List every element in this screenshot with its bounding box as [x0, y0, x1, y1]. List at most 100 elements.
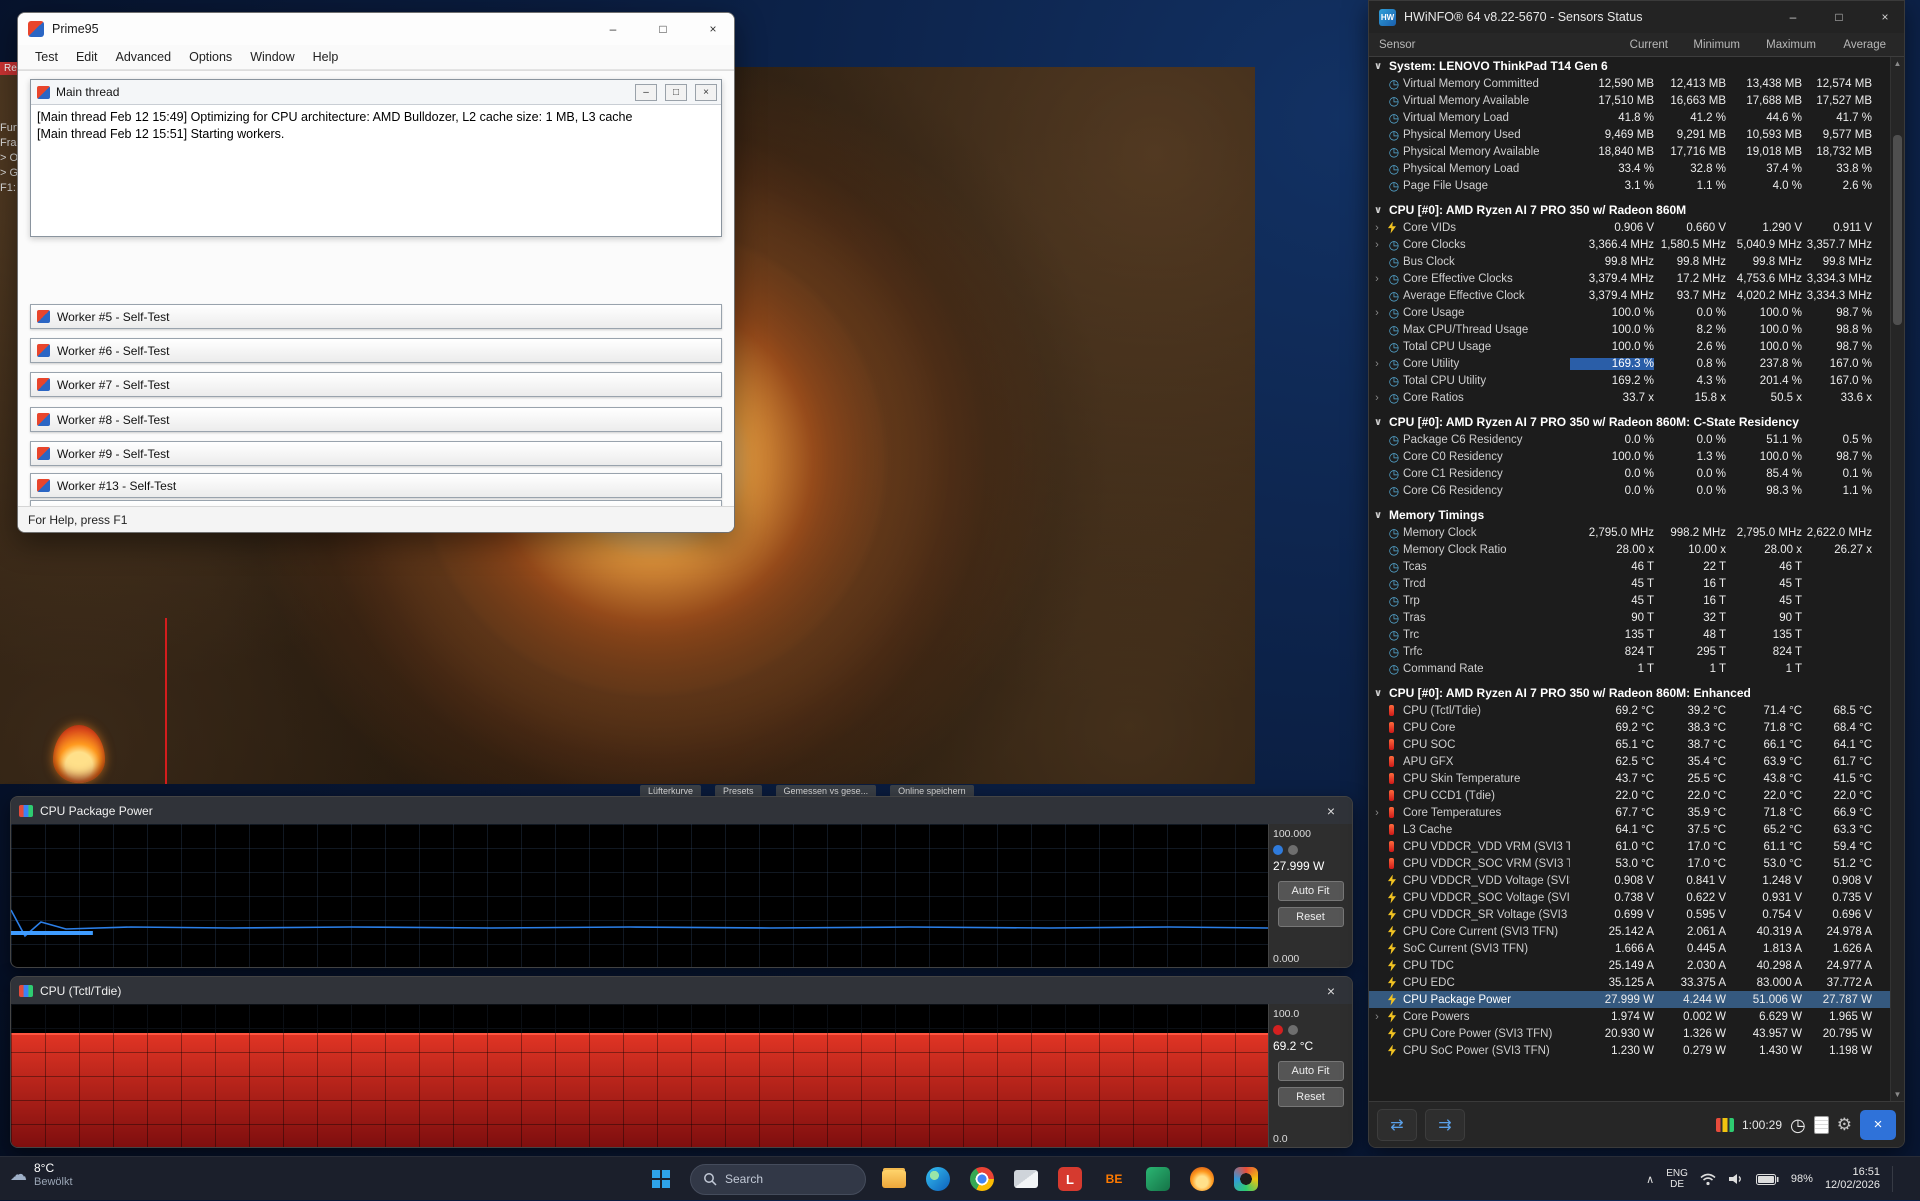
worker-window[interactable]: Worker #5 - Self-Test [30, 304, 722, 329]
prime95-titlebar[interactable]: Prime95 – □ × [18, 13, 734, 45]
sensor-row[interactable]: ›◷Core Ratios33.7 x15.8 x50.5 x33.6 x [1369, 389, 1890, 406]
start-button[interactable] [644, 1162, 678, 1196]
menu-test[interactable]: Test [26, 47, 67, 67]
taskbar-app-hwinfo[interactable] [1230, 1163, 1262, 1195]
main-thread-window[interactable]: Main thread – □ × [Main thread Feb 12 15… [30, 79, 722, 237]
taskbar-app-furmark[interactable] [1186, 1163, 1218, 1195]
close-icon[interactable]: × [695, 84, 717, 101]
sensor-row[interactable]: CPU EDC35.125 A33.375 A83.000 A37.772 A [1369, 974, 1890, 991]
sensor-row[interactable]: CPU Core Current (SVI3 TFN)25.142 A2.061… [1369, 923, 1890, 940]
sensor-row[interactable]: CPU VDDCR_VDD Voltage (SVI3 ...0.908 V0.… [1369, 872, 1890, 889]
taskbar-app-libreoffice[interactable]: L [1054, 1163, 1086, 1195]
close-icon[interactable]: × [692, 13, 734, 45]
sensor-section-header[interactable]: ∨CPU [#0]: AMD Ryzen AI 7 PRO 350 w/ Rad… [1369, 201, 1890, 219]
sensor-row[interactable]: ◷Trcd45 T16 T45 T [1369, 575, 1890, 592]
sensor-row[interactable]: ◷Package C6 Residency0.0 %0.0 %51.1 %0.5… [1369, 431, 1890, 448]
worker-window[interactable]: Worker #7 - Self-Test [30, 372, 722, 397]
series-color-gray[interactable] [1288, 845, 1298, 855]
sensor-row[interactable]: CPU VDDCR_SOC VRM (SVI3 TFN)53.0 °C17.0 … [1369, 855, 1890, 872]
sensor-row[interactable]: ◷Physical Memory Load33.4 %32.8 %37.4 %3… [1369, 160, 1890, 177]
sensor-section-header[interactable]: ∨CPU [#0]: AMD Ryzen AI 7 PRO 350 w/ Rad… [1369, 684, 1890, 702]
sensor-row[interactable]: ◷Trc135 T48 T135 T [1369, 626, 1890, 643]
menu-edit[interactable]: Edit [67, 47, 107, 67]
sensor-row[interactable]: ◷Memory Clock2,795.0 MHz998.2 MHz2,795.0… [1369, 524, 1890, 541]
taskbar-clock[interactable]: 16:51 12/02/2026 [1825, 1166, 1880, 1192]
worker-window[interactable]: Worker #13 - Self-Test [30, 473, 722, 498]
sensor-row[interactable]: CPU SoC Power (SVI3 TFN)1.230 W0.279 W1.… [1369, 1042, 1890, 1059]
sensor-row[interactable]: CPU VDDCR_VDD VRM (SVI3 TFN)61.0 °C17.0 … [1369, 838, 1890, 855]
sensor-row[interactable]: ◷Trp45 T16 T45 T [1369, 592, 1890, 609]
close-icon[interactable]: × [1866, 1, 1904, 33]
worker-window[interactable]: Worker #9 - Self-Test [30, 441, 722, 466]
search-input[interactable]: Search [690, 1164, 866, 1195]
menu-help[interactable]: Help [304, 47, 348, 67]
sensor-row[interactable]: ◷Physical Memory Used9,469 MB9,291 MB10,… [1369, 126, 1890, 143]
graph-titlebar[interactable]: CPU (Tctl/Tdie) × [11, 977, 1352, 1004]
taskbar-app-mail[interactable] [1010, 1163, 1042, 1195]
sensor-row[interactable]: ◷Average Effective Clock3,379.4 MHz93.7 … [1369, 287, 1890, 304]
column-average[interactable]: Average [1816, 39, 1886, 51]
sensor-row[interactable]: CPU Package Power27.999 W4.244 W51.006 W… [1369, 991, 1890, 1008]
hwinfo-titlebar[interactable]: HW HWiNFO® 64 v8.22-5670 - Sensors Statu… [1369, 1, 1904, 33]
maximize-icon[interactable]: □ [1820, 1, 1858, 33]
navigate-back-forward-icon[interactable]: ⇄ [1377, 1109, 1417, 1141]
sensor-row[interactable]: ◷Physical Memory Available18,840 MB17,71… [1369, 143, 1890, 160]
gear-icon[interactable]: ⚙ [1837, 1115, 1852, 1135]
sensor-row[interactable]: CPU Core69.2 °C38.3 °C71.8 °C68.4 °C [1369, 719, 1890, 736]
minimize-icon[interactable]: – [635, 84, 657, 101]
sensor-row[interactable]: CPU Skin Temperature43.7 °C25.5 °C43.8 °… [1369, 770, 1890, 787]
sensor-section-header[interactable]: ∨Memory Timings [1369, 506, 1890, 524]
menu-options[interactable]: Options [180, 47, 241, 67]
sensor-row[interactable]: CPU TDC25.149 A2.030 A40.298 A24.977 A [1369, 957, 1890, 974]
close-icon[interactable]: × [1318, 803, 1344, 819]
taskbar-app-green-app[interactable] [1142, 1163, 1174, 1195]
maximize-icon[interactable]: □ [642, 13, 684, 45]
minimize-icon[interactable]: – [1774, 1, 1812, 33]
sensor-row[interactable]: CPU CCD1 (Tdie)22.0 °C22.0 °C22.0 °C22.0… [1369, 787, 1890, 804]
taskbar-app-file-explorer[interactable] [878, 1163, 910, 1195]
sensor-row[interactable]: ◷Virtual Memory Committed12,590 MB12,413… [1369, 75, 1890, 92]
auto-fit-button[interactable]: Auto Fit [1278, 1061, 1344, 1081]
worker-window[interactable]: Worker #14 - Self-Test [30, 500, 722, 506]
sensor-row[interactable]: ◷Trfc824 T295 T824 T [1369, 643, 1890, 660]
sensor-row[interactable]: ◷Page File Usage3.1 %1.1 %4.0 %2.6 % [1369, 177, 1890, 194]
sensor-row[interactable]: CPU Core Power (SVI3 TFN)20.930 W1.326 W… [1369, 1025, 1890, 1042]
sensor-row[interactable]: ◷Total CPU Usage100.0 %2.6 %100.0 %98.7 … [1369, 338, 1890, 355]
show-desktop-button[interactable] [1892, 1166, 1906, 1192]
sensor-section-header[interactable]: ∨CPU [#0]: AMD Ryzen AI 7 PRO 350 w/ Rad… [1369, 413, 1890, 431]
performance-icon[interactable] [1716, 1118, 1734, 1132]
series-color-red[interactable] [1273, 1025, 1283, 1035]
sensor-row[interactable]: ◷Core C0 Residency100.0 %1.3 %100.0 %98.… [1369, 448, 1890, 465]
main-thread-titlebar[interactable]: Main thread – □ × [31, 80, 721, 105]
sensor-row[interactable]: ◷Total CPU Utility169.2 %4.3 %201.4 %167… [1369, 372, 1890, 389]
reset-button[interactable]: Reset [1278, 1087, 1344, 1107]
sensor-row[interactable]: ◷Core C6 Residency0.0 %0.0 %98.3 %1.1 % [1369, 482, 1890, 499]
series-color-gray[interactable] [1288, 1025, 1298, 1035]
column-sensor[interactable]: Sensor [1369, 39, 1584, 51]
scrollbar-thumb[interactable] [1893, 135, 1902, 325]
taskbar-app-chrome[interactable] [966, 1163, 998, 1195]
sensor-column-header[interactable]: Sensor Current Minimum Maximum Average [1369, 33, 1904, 57]
sensor-row[interactable]: ◷Core C1 Residency0.0 %0.0 %85.4 %0.1 % [1369, 465, 1890, 482]
sensor-row[interactable]: ◷Virtual Memory Available17,510 MB16,663… [1369, 92, 1890, 109]
scrollbar[interactable]: ▲ ▼ [1890, 57, 1904, 1101]
sensor-row[interactable]: CPU VDDCR_SR Voltage (SVI3 TFN)0.699 V0.… [1369, 906, 1890, 923]
sensor-row[interactable]: APU GFX62.5 °C35.4 °C63.9 °C61.7 °C [1369, 753, 1890, 770]
taskbar-app-be-app[interactable]: BE [1098, 1163, 1130, 1195]
skip-forward-icon[interactable]: ⇉ [1425, 1109, 1465, 1141]
sensor-row[interactable]: CPU VDDCR_SOC Voltage (SVI3 ...0.738 V0.… [1369, 889, 1890, 906]
sensor-row[interactable]: ◷Max CPU/Thread Usage100.0 %8.2 %100.0 %… [1369, 321, 1890, 338]
volume-icon[interactable] [1728, 1173, 1744, 1185]
maximize-icon[interactable]: □ [665, 84, 687, 101]
close-icon[interactable]: × [1318, 983, 1344, 999]
sensor-row[interactable]: ›◷Core Clocks3,366.4 MHz1,580.5 MHz5,040… [1369, 236, 1890, 253]
sensor-row[interactable]: CPU SOC65.1 °C38.7 °C66.1 °C64.1 °C [1369, 736, 1890, 753]
column-minimum[interactable]: Minimum [1668, 39, 1740, 51]
language-indicator[interactable]: ENG DE [1666, 1168, 1688, 1190]
reset-button[interactable]: Reset [1278, 907, 1344, 927]
sensor-row[interactable]: ›◷Core Usage100.0 %0.0 %100.0 %98.7 % [1369, 304, 1890, 321]
sensor-row[interactable]: L3 Cache64.1 °C37.5 °C65.2 °C63.3 °C [1369, 821, 1890, 838]
sensor-row[interactable]: ›◷Core Utility169.3 %0.8 %237.8 %167.0 % [1369, 355, 1890, 372]
sensor-row[interactable]: CPU (Tctl/Tdie)69.2 °C39.2 °C71.4 °C68.5… [1369, 702, 1890, 719]
sensor-row[interactable]: ◷Virtual Memory Load41.8 %41.2 %44.6 %41… [1369, 109, 1890, 126]
